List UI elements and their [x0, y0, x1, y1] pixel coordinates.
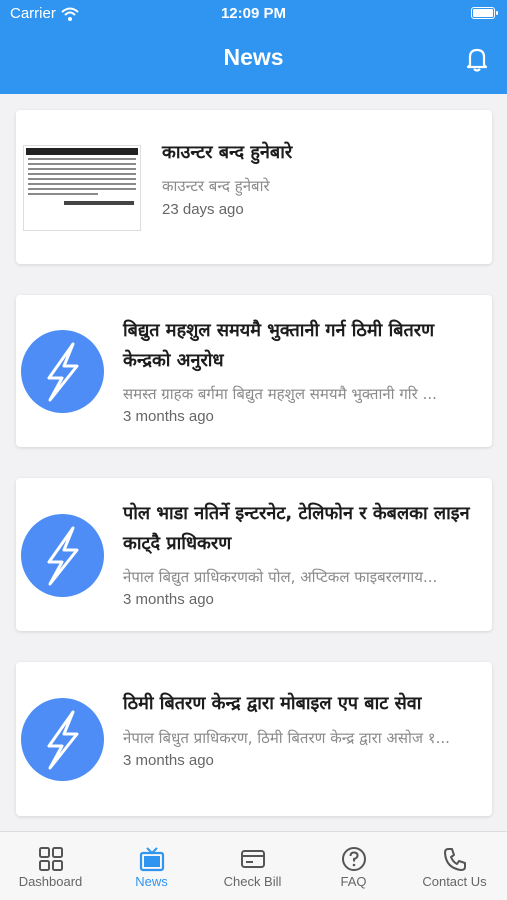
grid-icon — [39, 847, 63, 871]
tab-label: Contact Us — [422, 874, 487, 889]
news-summary: काउन्टर बन्द हुनेबारे — [162, 177, 270, 195]
tab-check-bill[interactable]: Check Bill — [202, 832, 303, 900]
news-card[interactable]: ठिमी बितरण केन्द्र द्वारा मोबाइल एप बाट … — [16, 662, 492, 816]
lightning-icon — [21, 698, 104, 781]
page-title: News — [223, 44, 284, 70]
news-title: काउन्टर बन्द हुनेबारे — [162, 142, 293, 163]
news-date: 3 months ago — [123, 408, 214, 425]
news-summary: नेपाल बिद्युत प्राधिकरणको पोल, अप्टिकल फ… — [123, 568, 438, 586]
tab-label: FAQ — [340, 874, 367, 889]
news-title: पोल भाडा नतिर्ने इन्टरनेट, टेलिफोन र केब… — [123, 503, 470, 554]
card-icon — [241, 850, 265, 868]
tab-label: Check Bill — [223, 874, 282, 889]
news-card[interactable]: बिद्युत महशुल समयमै भुक्तानी गर्न ठिमी ब… — [16, 295, 492, 447]
news-card[interactable]: पोल भाडा नतिर्ने इन्टरनेट, टेलिफोन र केब… — [16, 478, 492, 631]
clock: 12:09 PM — [220, 5, 287, 22]
tab-label: News — [135, 874, 168, 889]
tv-icon — [139, 847, 165, 872]
app-header: Carrier 12:09 PM News — [0, 0, 507, 94]
news-card[interactable]: काउन्टर बन्द हुनेबारे काउन्टर बन्द हुनेब… — [16, 110, 492, 264]
tab-contact-us[interactable]: Contact Us — [404, 832, 505, 900]
tab-news[interactable]: News — [101, 832, 202, 900]
battery-icon — [471, 7, 498, 19]
news-title: ठिमी बितरण केन्द्र द्वारा मोबाइल एप बाट … — [123, 693, 422, 714]
news-date: 3 months ago — [123, 591, 214, 608]
news-thumbnail — [23, 145, 141, 231]
phone-icon — [444, 848, 466, 871]
tab-faq[interactable]: FAQ — [303, 832, 404, 900]
news-summary: नेपाल बिधुत प्राधिकरण, ठिमी बितरण केन्द्… — [123, 729, 450, 747]
question-icon — [342, 847, 366, 871]
tab-dashboard[interactable]: Dashboard — [0, 832, 101, 900]
news-title: बिद्युत महशुल समयमै भुक्तानी गर्न ठिमी ब… — [123, 320, 435, 371]
news-date: 3 months ago — [123, 752, 214, 769]
bell-icon[interactable] — [462, 44, 492, 74]
status-bar: Carrier 12:09 PM — [0, 0, 507, 28]
lightning-icon — [21, 330, 104, 413]
news-date: 23 days ago — [162, 201, 244, 218]
lightning-icon — [21, 514, 104, 597]
tab-label: Dashboard — [18, 874, 83, 889]
news-summary: समस्त ग्राहक बर्गमा बिद्युत महशुल समयमै … — [123, 385, 437, 403]
tab-bar: Dashboard News Check Bill FAQ Contact Us — [0, 831, 507, 900]
